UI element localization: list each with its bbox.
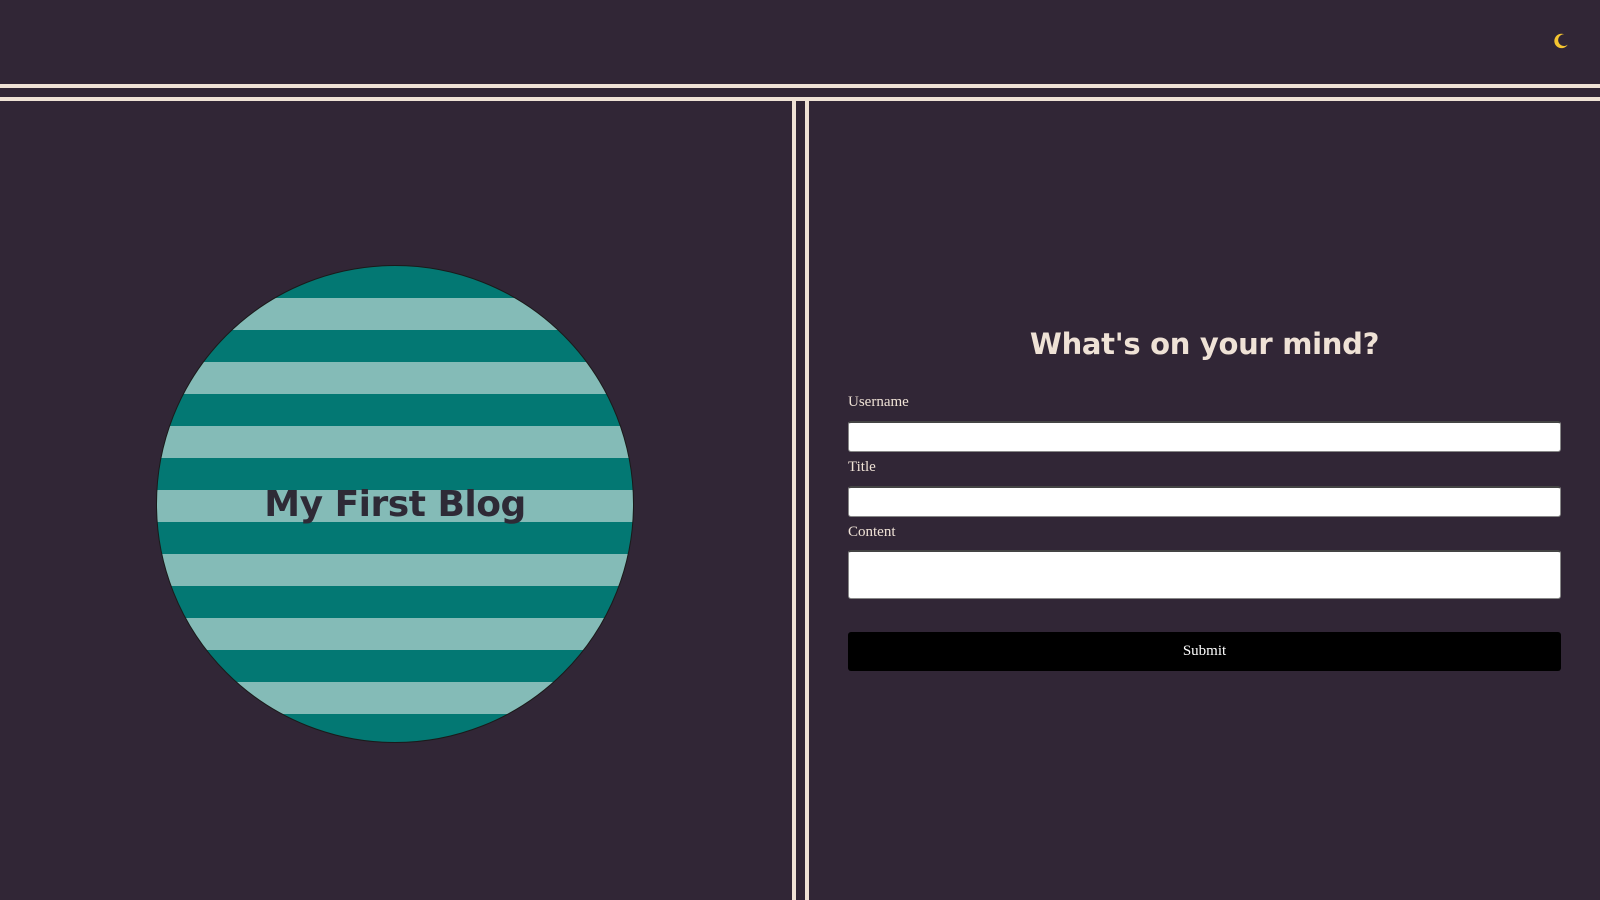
column-divider-left <box>792 100 796 900</box>
title-label: Title <box>848 459 876 475</box>
moon-icon <box>1554 33 1568 49</box>
content-textarea[interactable] <box>848 550 1561 599</box>
form-heading: What's on your mind? <box>1029 327 1380 361</box>
content-label: Content <box>848 524 896 540</box>
top-header <box>0 0 1600 85</box>
post-form-pane: What's on your mind? Username Title Cont… <box>809 101 1600 900</box>
username-input[interactable] <box>848 421 1561 452</box>
submit-button[interactable]: Submit <box>848 632 1561 671</box>
username-label: Username <box>848 394 909 410</box>
title-input[interactable] <box>848 486 1561 517</box>
blog-title: My First Blog <box>264 483 526 525</box>
blog-logo-circle: My First Blog <box>156 265 634 743</box>
blog-hero-pane: My First Blog <box>0 101 792 900</box>
theme-toggle-button[interactable] <box>1548 28 1574 54</box>
header-divider-top <box>0 84 1600 88</box>
